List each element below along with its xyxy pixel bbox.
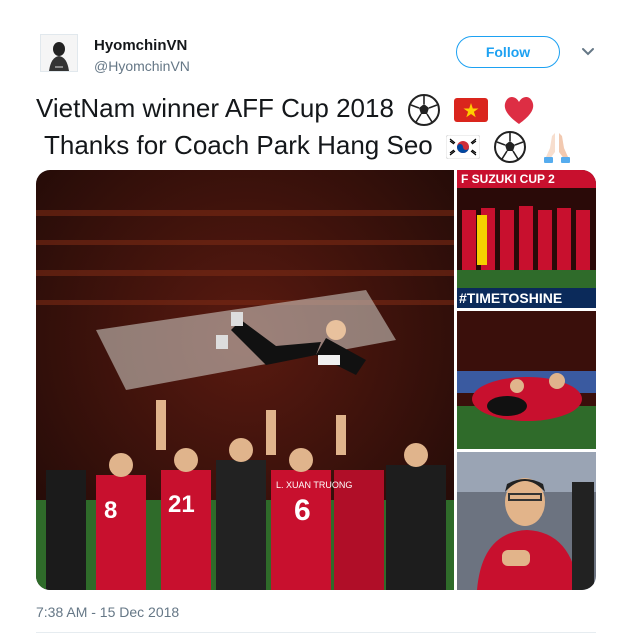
photo-players-pile[interactable] xyxy=(457,311,596,449)
profile-photo-icon xyxy=(41,35,77,71)
trophy-photo: F SUZUKI CUP 2 #TIMETOSHINE xyxy=(457,170,596,308)
tweet-line-2: Thanks for Coach Park Hang Seo xyxy=(44,127,606,164)
display-name[interactable]: HyomchinVN xyxy=(94,37,187,54)
player-name: L. XUAN TRUONG xyxy=(276,480,352,490)
player-number-6: 6 xyxy=(294,494,311,527)
south-korea-flag-icon xyxy=(446,135,480,160)
timetoshine-banner: #TIMETOSHINE xyxy=(459,290,562,306)
tweet-line-1-text: VietNam winner AFF Cup 2018 xyxy=(36,93,394,123)
vietnam-flag-icon xyxy=(454,98,489,123)
tweet-line-2-text: Thanks for Coach Park Hang Seo xyxy=(44,130,433,161)
tweet-timestamp[interactable]: 7:38 AM - 15 Dec 2018 xyxy=(36,604,179,620)
tweet-media-grid: 8 21 L. XUAN TRUONG 6 F SUZUKI CUP 2 #TI… xyxy=(36,170,596,590)
soccer-ball-icon xyxy=(408,94,441,127)
avatar[interactable] xyxy=(40,34,78,72)
follow-button[interactable]: Follow xyxy=(456,36,560,68)
soccer-ball-icon xyxy=(494,131,527,164)
coach-portrait-photo xyxy=(457,452,596,590)
red-heart-icon xyxy=(504,97,533,125)
divider xyxy=(36,632,596,633)
player-number-8: 8 xyxy=(104,497,117,524)
tweet-text: VietNam winner AFF Cup 2018 Thanks for C… xyxy=(36,90,606,164)
tweet-line-1: VietNam winner AFF Cup 2018 xyxy=(36,90,606,127)
player-number-21: 21 xyxy=(168,491,195,518)
players-pile-photo xyxy=(457,311,596,449)
user-handle[interactable]: @HyomchinVN xyxy=(94,58,190,74)
chevron-down-icon[interactable] xyxy=(581,44,595,58)
tweet-header: HyomchinVN @HyomchinVN Follow xyxy=(36,30,606,84)
celebration-photo: 8 21 L. XUAN TRUONG 6 xyxy=(36,170,454,590)
photo-trophy-ceremony[interactable]: F SUZUKI CUP 2 #TIMETOSHINE xyxy=(457,170,596,308)
photo-coach-portrait[interactable] xyxy=(457,452,596,590)
suzuki-cup-banner: F SUZUKI CUP 2 xyxy=(461,172,555,186)
folded-hands-icon xyxy=(544,133,571,164)
photo-coach-tossed[interactable]: 8 21 L. XUAN TRUONG 6 xyxy=(36,170,454,590)
